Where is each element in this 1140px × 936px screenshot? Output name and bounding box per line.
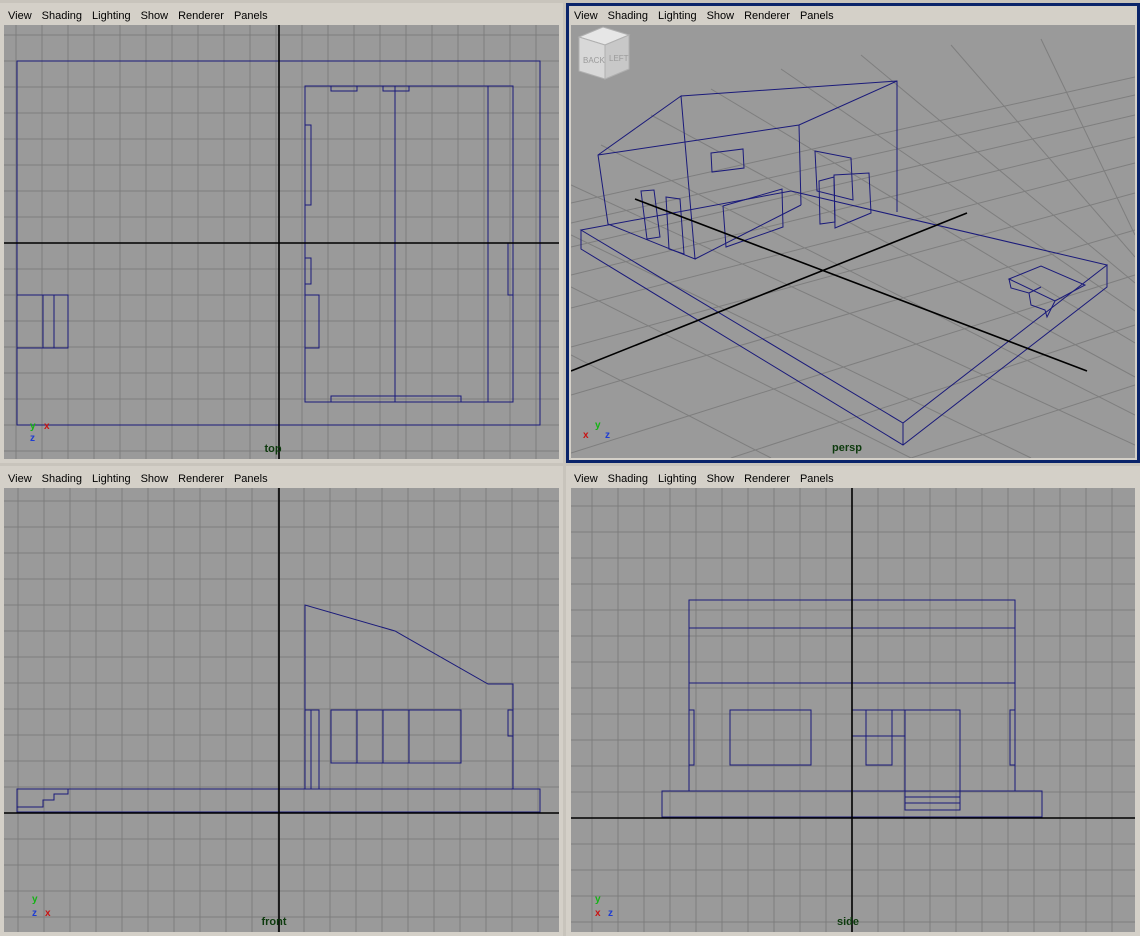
persp-view-canvas xyxy=(571,38,1135,458)
menu-renderer[interactable]: Renderer xyxy=(173,473,229,485)
menubar-persp: View Shading Lighting Show Renderer Pane… xyxy=(570,6,1136,26)
front-view-canvas xyxy=(4,488,559,932)
axis-x-label: x xyxy=(595,908,601,919)
panel-side: View Shading Lighting Show Renderer Pane… xyxy=(566,466,1140,936)
menu-lighting[interactable]: Lighting xyxy=(653,10,702,22)
menu-lighting[interactable]: Lighting xyxy=(653,473,702,485)
menu-show[interactable]: Show xyxy=(702,473,740,485)
menubar-top: View Shading Lighting Show Renderer Pane… xyxy=(4,6,559,26)
menu-panels[interactable]: Panels xyxy=(795,10,839,22)
menu-show[interactable]: Show xyxy=(702,10,740,22)
viewport-persp[interactable]: BACK LEFT y x z persp xyxy=(571,25,1135,458)
menu-panels[interactable]: Panels xyxy=(229,10,273,22)
menu-shading[interactable]: Shading xyxy=(37,10,87,22)
axis-z-label: z xyxy=(608,908,613,919)
viewport-front[interactable]: y z x front xyxy=(4,488,559,932)
menu-show[interactable]: Show xyxy=(136,473,174,485)
camera-label: persp xyxy=(832,442,862,454)
axis-x-label: x xyxy=(45,908,51,919)
menu-show[interactable]: Show xyxy=(136,10,174,22)
axis-z-label: z xyxy=(605,430,610,441)
menu-shading[interactable]: Shading xyxy=(603,473,653,485)
panel-top: View Shading Lighting Show Renderer Pane… xyxy=(0,3,563,463)
menu-shading[interactable]: Shading xyxy=(603,10,653,22)
menubar-front: View Shading Lighting Show Renderer Pane… xyxy=(4,469,559,489)
axis-y-label: y xyxy=(30,421,36,432)
menu-panels[interactable]: Panels xyxy=(229,473,273,485)
menubar-side: View Shading Lighting Show Renderer Pane… xyxy=(570,469,1136,489)
camera-label: side xyxy=(836,916,860,928)
menu-view[interactable]: View xyxy=(570,10,603,22)
origin-axes xyxy=(4,25,559,459)
axis-gizmo: y z x xyxy=(12,894,52,924)
axis-gizmo: y x z xyxy=(579,894,619,924)
viewport-side[interactable]: y x z side xyxy=(571,488,1135,932)
viewcube-left-label: LEFT xyxy=(609,54,629,63)
menu-lighting[interactable]: Lighting xyxy=(87,473,136,485)
axis-y-label: y xyxy=(595,420,601,431)
axis-gizmo: y x z xyxy=(12,421,52,451)
axis-z-label: z xyxy=(32,908,37,919)
menu-view[interactable]: View xyxy=(570,473,603,485)
perspective-grid xyxy=(571,38,1135,458)
axis-z-label: z xyxy=(30,433,35,444)
axis-x-label: x xyxy=(44,421,50,432)
viewport-top[interactable]: y x z top xyxy=(4,25,559,459)
axis-y-label: y xyxy=(595,894,601,905)
menu-shading[interactable]: Shading xyxy=(37,473,87,485)
axis-y-label: y xyxy=(32,894,38,905)
viewcube-icon[interactable]: BACK LEFT xyxy=(571,25,635,89)
wireframe xyxy=(579,80,1109,446)
menu-view[interactable]: View xyxy=(4,10,37,22)
menu-lighting[interactable]: Lighting xyxy=(87,10,136,22)
axis-x-label: x xyxy=(583,430,589,441)
viewcube-back-label: BACK xyxy=(583,56,605,65)
side-view-canvas xyxy=(571,488,1135,932)
camera-label: front xyxy=(261,916,287,928)
menu-renderer[interactable]: Renderer xyxy=(173,10,229,22)
menu-renderer[interactable]: Renderer xyxy=(739,10,795,22)
top-view-canvas xyxy=(4,25,559,459)
panel-front: View Shading Lighting Show Renderer Pane… xyxy=(0,466,563,936)
panel-persp: View Shading Lighting Show Renderer Pane… xyxy=(566,3,1140,463)
menu-view[interactable]: View xyxy=(4,473,37,485)
grid xyxy=(4,25,559,459)
axis-gizmo: y x z xyxy=(579,420,619,450)
grid xyxy=(4,488,559,932)
menu-renderer[interactable]: Renderer xyxy=(739,473,795,485)
menu-panels[interactable]: Panels xyxy=(795,473,839,485)
camera-label: top xyxy=(264,443,282,455)
